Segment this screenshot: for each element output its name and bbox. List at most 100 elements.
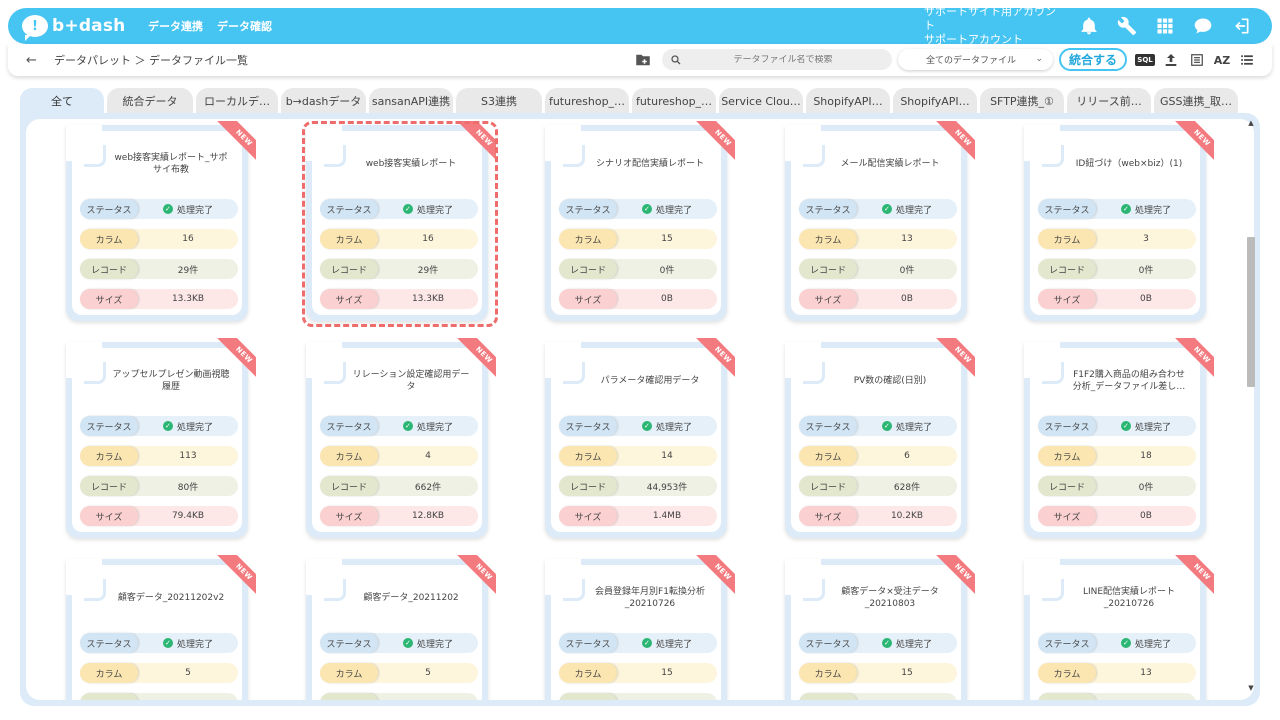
status-value: 処理完了: [655, 639, 692, 650]
data-file-card[interactable]: PV数の確認(日別) ステータス ✓ 処理完了 カラム 6 レコード 628件 サ…: [785, 338, 975, 538]
sql-icon[interactable]: SQL: [1135, 51, 1155, 69]
size-value: 79.4KB: [171, 511, 205, 521]
search-box[interactable]: [662, 49, 892, 70]
category-tabs: 全て 統合データ ローカルデ… b→dashデータ sansanAPI連携 S3連携 fut…: [20, 88, 1241, 114]
column-row: カラム 16: [80, 229, 238, 249]
card-title: LINE配信実績レポート_20210726: [1082, 587, 1176, 609]
status-value-wrap: ✓ 処理完了: [617, 420, 717, 433]
merge-button[interactable]: 統合する: [1059, 48, 1127, 71]
data-file-card[interactable]: web接客実績レポート_サポサイ布教 ステータス ✓ 処理完了 カラム 16 レコ…: [66, 121, 256, 321]
data-file-card[interactable]: アップセルプレゼン動画視聴履歴 ステータス ✓ 処理完了 カラム 113 レコード…: [66, 338, 256, 538]
account-info[interactable]: サポートサイト用アカウント サポートアカウント: [924, 5, 1064, 47]
check-circle-icon: ✓: [881, 638, 892, 648]
nav-data-check[interactable]: データ確認: [217, 18, 272, 34]
status-label: ステータス: [320, 416, 378, 436]
file-filter-select[interactable]: 全てのデータファイル ⌄: [898, 49, 1053, 70]
data-file-card[interactable]: 会員登録年月別F1転換分析_20210726 ステータス ✓ 処理完了 カラム 1…: [545, 555, 735, 700]
status-value: 処理完了: [895, 205, 932, 216]
column-label: カラム: [799, 446, 857, 466]
tab-10[interactable]: ShopifyAPI…: [893, 88, 977, 114]
status-value: 処理完了: [176, 422, 213, 433]
column-value-wrap: 6: [857, 451, 957, 461]
data-file-card[interactable]: ID紐づけ（web×biz）(1) ステータス ✓ 処理完了 カラム 3 レコード…: [1024, 121, 1214, 321]
tab-0[interactable]: 全て: [20, 88, 104, 114]
tab-4[interactable]: sansanAPI連携: [369, 88, 453, 114]
back-arrow-icon[interactable]: ←: [26, 53, 44, 68]
column-row: カラム 5: [320, 663, 478, 683]
tab-1[interactable]: 統合データ: [107, 88, 193, 114]
page-fold-icon: [1042, 362, 1064, 384]
column-value: 13: [901, 234, 913, 244]
column-row: カラム 15: [559, 229, 717, 249]
menu-lines-icon[interactable]: [1238, 51, 1256, 69]
data-file-card[interactable]: F1F2購入商品の組み合わせ分析_データファイル差し… ステータス ✓ 処理完了 …: [1024, 338, 1214, 538]
chat-bubble-icon[interactable]: [1190, 13, 1216, 39]
data-file-card[interactable]: LINE配信実績レポート_20210726 ステータス ✓ 処理完了 カラム 13…: [1024, 555, 1214, 700]
record-row: レコード 80件: [80, 476, 238, 496]
record-label: レコード: [1038, 693, 1096, 700]
size-value-wrap: 79.4KB: [138, 511, 238, 521]
new-badge: NEW: [935, 121, 975, 161]
data-file-card[interactable]: パラメータ確認用データ ステータス ✓ 処理完了 カラム 14 レコード 44,9…: [545, 338, 735, 538]
new-badge: NEW: [695, 121, 735, 161]
size-value-wrap: 13.3KB: [138, 294, 238, 304]
status-value-wrap: ✓ 処理完了: [378, 637, 478, 650]
bell-icon[interactable]: [1076, 13, 1102, 39]
tab-7[interactable]: futureshop_…: [632, 88, 716, 114]
status-value: 処理完了: [1134, 639, 1171, 650]
tab-3[interactable]: b→dashデータ: [281, 88, 366, 114]
search-input[interactable]: [688, 54, 878, 65]
tab-8[interactable]: Service Clou…: [719, 88, 803, 114]
tab-9[interactable]: ShopifyAPI…: [806, 88, 890, 114]
card-title: 顧客データ_20211202v2: [117, 593, 225, 603]
grid-menu-icon[interactable]: [1152, 13, 1178, 39]
column-row: カラム 18: [1038, 446, 1196, 466]
status-row: ステータス ✓ 処理完了: [559, 199, 717, 219]
column-label: カラム: [559, 229, 617, 249]
sql-label: SQL: [1135, 54, 1155, 66]
page-fold-icon: [803, 145, 825, 167]
logout-icon[interactable]: [1228, 13, 1254, 39]
tab-2[interactable]: ローカルデ…: [196, 88, 278, 114]
card-title: リレーション設定確認用データ: [352, 370, 470, 392]
record-row: レコード 44,953件: [559, 476, 717, 496]
size-label: サイズ: [559, 506, 617, 526]
size-value: 0B: [661, 294, 673, 304]
data-file-card[interactable]: リレーション設定確認用データ ステータス ✓ 処理完了 カラム 4 レコード 66…: [306, 338, 496, 538]
wrench-icon[interactable]: [1114, 13, 1140, 39]
list-view-icon[interactable]: [1188, 51, 1206, 69]
scroll-thumb[interactable]: [1247, 237, 1255, 387]
new-badge-label: NEW: [1174, 555, 1214, 595]
tab-13[interactable]: GSS連携_取…: [1154, 88, 1238, 114]
size-row: サイズ 0B: [1038, 506, 1196, 526]
data-file-card[interactable]: 顧客データ×受注データ_20210803 ステータス ✓ 処理完了 カラム 15 …: [785, 555, 975, 700]
sort-az-icon[interactable]: AZ: [1213, 51, 1231, 69]
tab-6[interactable]: futureshop_…: [545, 88, 629, 114]
column-label: カラム: [799, 663, 857, 683]
scroll-up-icon[interactable]: ▲: [1247, 119, 1255, 127]
scroll-down-icon[interactable]: ▼: [1247, 684, 1255, 692]
upload-icon[interactable]: [1162, 51, 1180, 69]
data-file-card[interactable]: 顧客データ_20211202v2 ステータス ✓処理完了 カラム 5 レコード …: [66, 555, 256, 700]
search-icon: [671, 54, 681, 64]
data-file-card[interactable]: シナリオ配信実績レポート ステータス ✓ 処理完了 カラム 15 レコード 0件 …: [545, 121, 735, 321]
record-label: レコード: [320, 476, 378, 496]
top-bar: ! b+dash データ連携 データ確認 サポートサイト用アカウント サポートア…: [8, 5, 1272, 47]
record-row: レコード 29件: [80, 259, 238, 279]
status-row: ステータス ✓ 処理完了: [80, 633, 238, 653]
record-value: 0件: [1138, 482, 1154, 493]
check-circle-icon: ✓: [162, 204, 173, 214]
check-circle-icon: ✓: [162, 421, 173, 431]
tab-12[interactable]: リリース前…: [1067, 88, 1151, 114]
scrollbar[interactable]: ▲ ▼: [1247, 119, 1255, 692]
status-value-wrap: ✓ 処理完了: [378, 420, 478, 433]
tab-11[interactable]: SFTP連携_①: [980, 88, 1064, 114]
nav-data-link[interactable]: データ連携: [148, 18, 203, 34]
status-value: 処理完了: [655, 422, 692, 433]
data-file-card[interactable]: 顧客データ_20211202 ステータス ✓処理完了 カラム 5 レコード サイ…: [306, 555, 496, 700]
new-folder-icon[interactable]: [634, 51, 652, 69]
record-value: 80件: [177, 482, 199, 493]
data-file-card[interactable]: メール配信実績レポート ステータス ✓ 処理完了 カラム 13 レコード 0件 サ…: [785, 121, 975, 321]
tab-5[interactable]: S3連携: [456, 88, 542, 114]
logo[interactable]: ! b+dash: [22, 15, 134, 41]
